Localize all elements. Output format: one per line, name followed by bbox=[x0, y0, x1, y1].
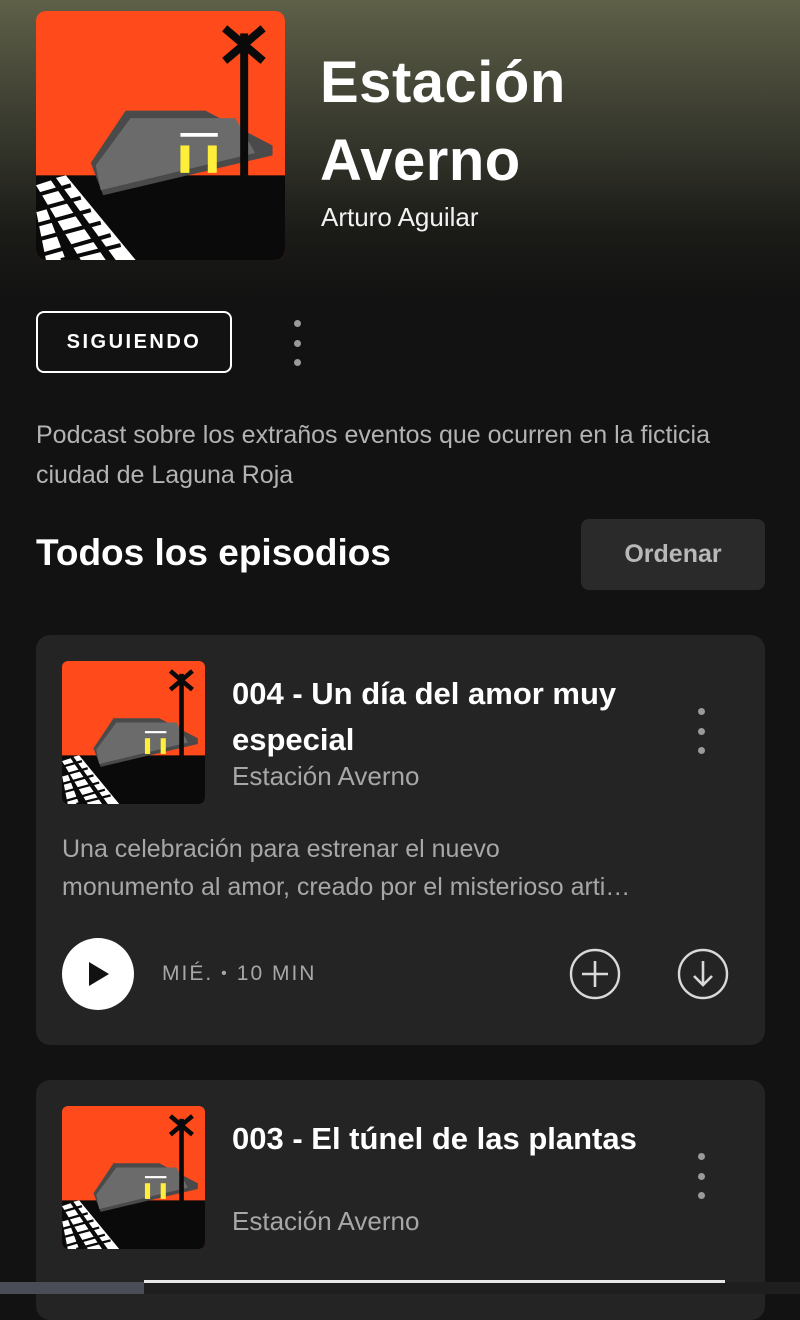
episode-meta: MIÉ. • 10 MIN bbox=[162, 962, 316, 986]
podcast-title-line-2: Averno bbox=[320, 128, 521, 193]
podcast-description: Podcast sobre los extraños eventos que o… bbox=[36, 421, 710, 489]
episode-art bbox=[62, 661, 205, 804]
episode-card[interactable]: 004 - Un día del amor muy especial Estac… bbox=[36, 635, 765, 1045]
add-circle-icon[interactable] bbox=[569, 948, 621, 1000]
scrollbar-edge bbox=[0, 1282, 144, 1294]
podcast-cover-art bbox=[36, 11, 285, 260]
episode-description-line-2: monumento al amor, creado por el misteri… bbox=[62, 873, 631, 901]
podcast-title: Estación Averno bbox=[320, 44, 780, 200]
episode-description-line-1: Una celebración para estrenar el nuevo bbox=[62, 835, 500, 863]
episode-description: Una celebración para estrenar el nuevo m… bbox=[62, 830, 742, 906]
section-title: Todos los episodios bbox=[36, 532, 391, 573]
episode-duration: 10 MIN bbox=[236, 962, 317, 985]
episode-more-icon[interactable] bbox=[691, 708, 711, 754]
episode-show-name: Estación Averno bbox=[232, 1206, 420, 1236]
following-button[interactable]: SIGUIENDO bbox=[36, 311, 232, 373]
episode-show-name: Estación Averno bbox=[232, 761, 420, 791]
podcast-author[interactable]: Arturo Aguilar bbox=[321, 202, 479, 233]
episode-title[interactable]: 004 - Un día del amor muy especial bbox=[232, 671, 662, 763]
meta-separator: • bbox=[221, 965, 229, 982]
podcast-title-line-1: Estación bbox=[320, 50, 566, 115]
play-button[interactable] bbox=[62, 938, 134, 1010]
more-options-icon[interactable] bbox=[287, 320, 307, 366]
episode-more-icon[interactable] bbox=[691, 1153, 711, 1199]
download-icon[interactable] bbox=[677, 948, 729, 1000]
scrollbar-thumb[interactable] bbox=[144, 1280, 725, 1283]
episode-title[interactable]: 003 - El túnel de las plantas bbox=[232, 1116, 662, 1162]
play-icon bbox=[89, 962, 109, 986]
sort-button[interactable]: Ordenar bbox=[581, 519, 765, 590]
episode-day: MIÉ. bbox=[162, 962, 214, 985]
episode-art bbox=[62, 1106, 205, 1249]
